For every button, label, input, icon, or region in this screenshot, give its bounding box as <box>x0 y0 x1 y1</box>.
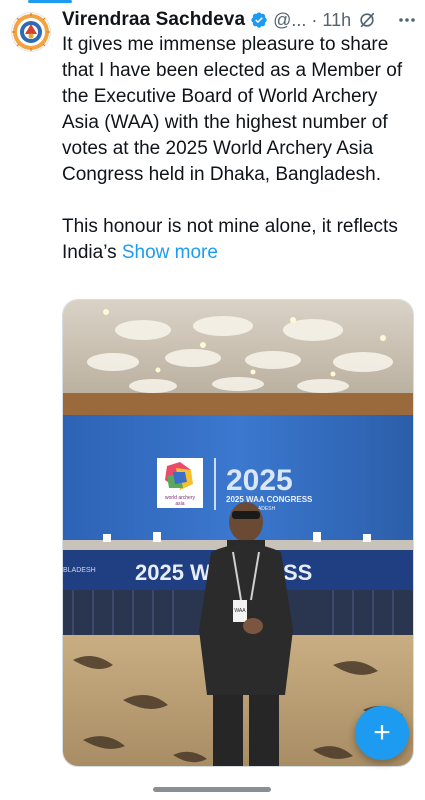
logo-text-2: asia <box>175 501 184 507</box>
grok-icon[interactable] <box>358 11 376 29</box>
avatar[interactable] <box>11 12 51 52</box>
author-handle[interactable]: @... <box>273 10 306 31</box>
plus-icon: + <box>373 716 391 749</box>
table-banner-left: BLADESH <box>63 567 96 574</box>
tweet-text: It gives me immense pleasure to share th… <box>62 32 417 266</box>
tweet[interactable]: Virendraa Sachdeva @... · 11h It gives m… <box>0 0 425 800</box>
separator-dot: · <box>311 9 318 30</box>
tweet-header: Virendraa Sachdeva @... · 11h <box>62 7 417 33</box>
tab-indicator <box>28 0 72 3</box>
tweet-photo[interactable]: world archery asia 2025 2025 WAA CONGRES… <box>62 299 414 767</box>
backdrop-year: 2025 <box>226 464 293 497</box>
compose-button[interactable]: + <box>355 706 409 760</box>
verified-badge-icon <box>251 12 267 28</box>
timestamp[interactable]: 11h <box>322 10 351 31</box>
photo-scene: world archery asia 2025 2025 WAA CONGRES… <box>63 300 413 766</box>
avatar-emblem-icon <box>12 13 50 51</box>
home-indicator[interactable] <box>153 787 271 792</box>
waa-logo: world archery asia <box>157 458 203 508</box>
backdrop-subtitle: 2025 WAA CONGRESS <box>226 495 313 504</box>
tweet-body: It gives me immense pleasure to share th… <box>62 34 403 263</box>
show-more-link[interactable]: Show more <box>122 242 218 263</box>
more-options-icon[interactable] <box>397 10 417 30</box>
wood-trim <box>63 393 413 415</box>
badge-text: WAA <box>234 608 246 614</box>
author-name[interactable]: Virendraa Sachdeva <box>62 9 245 31</box>
